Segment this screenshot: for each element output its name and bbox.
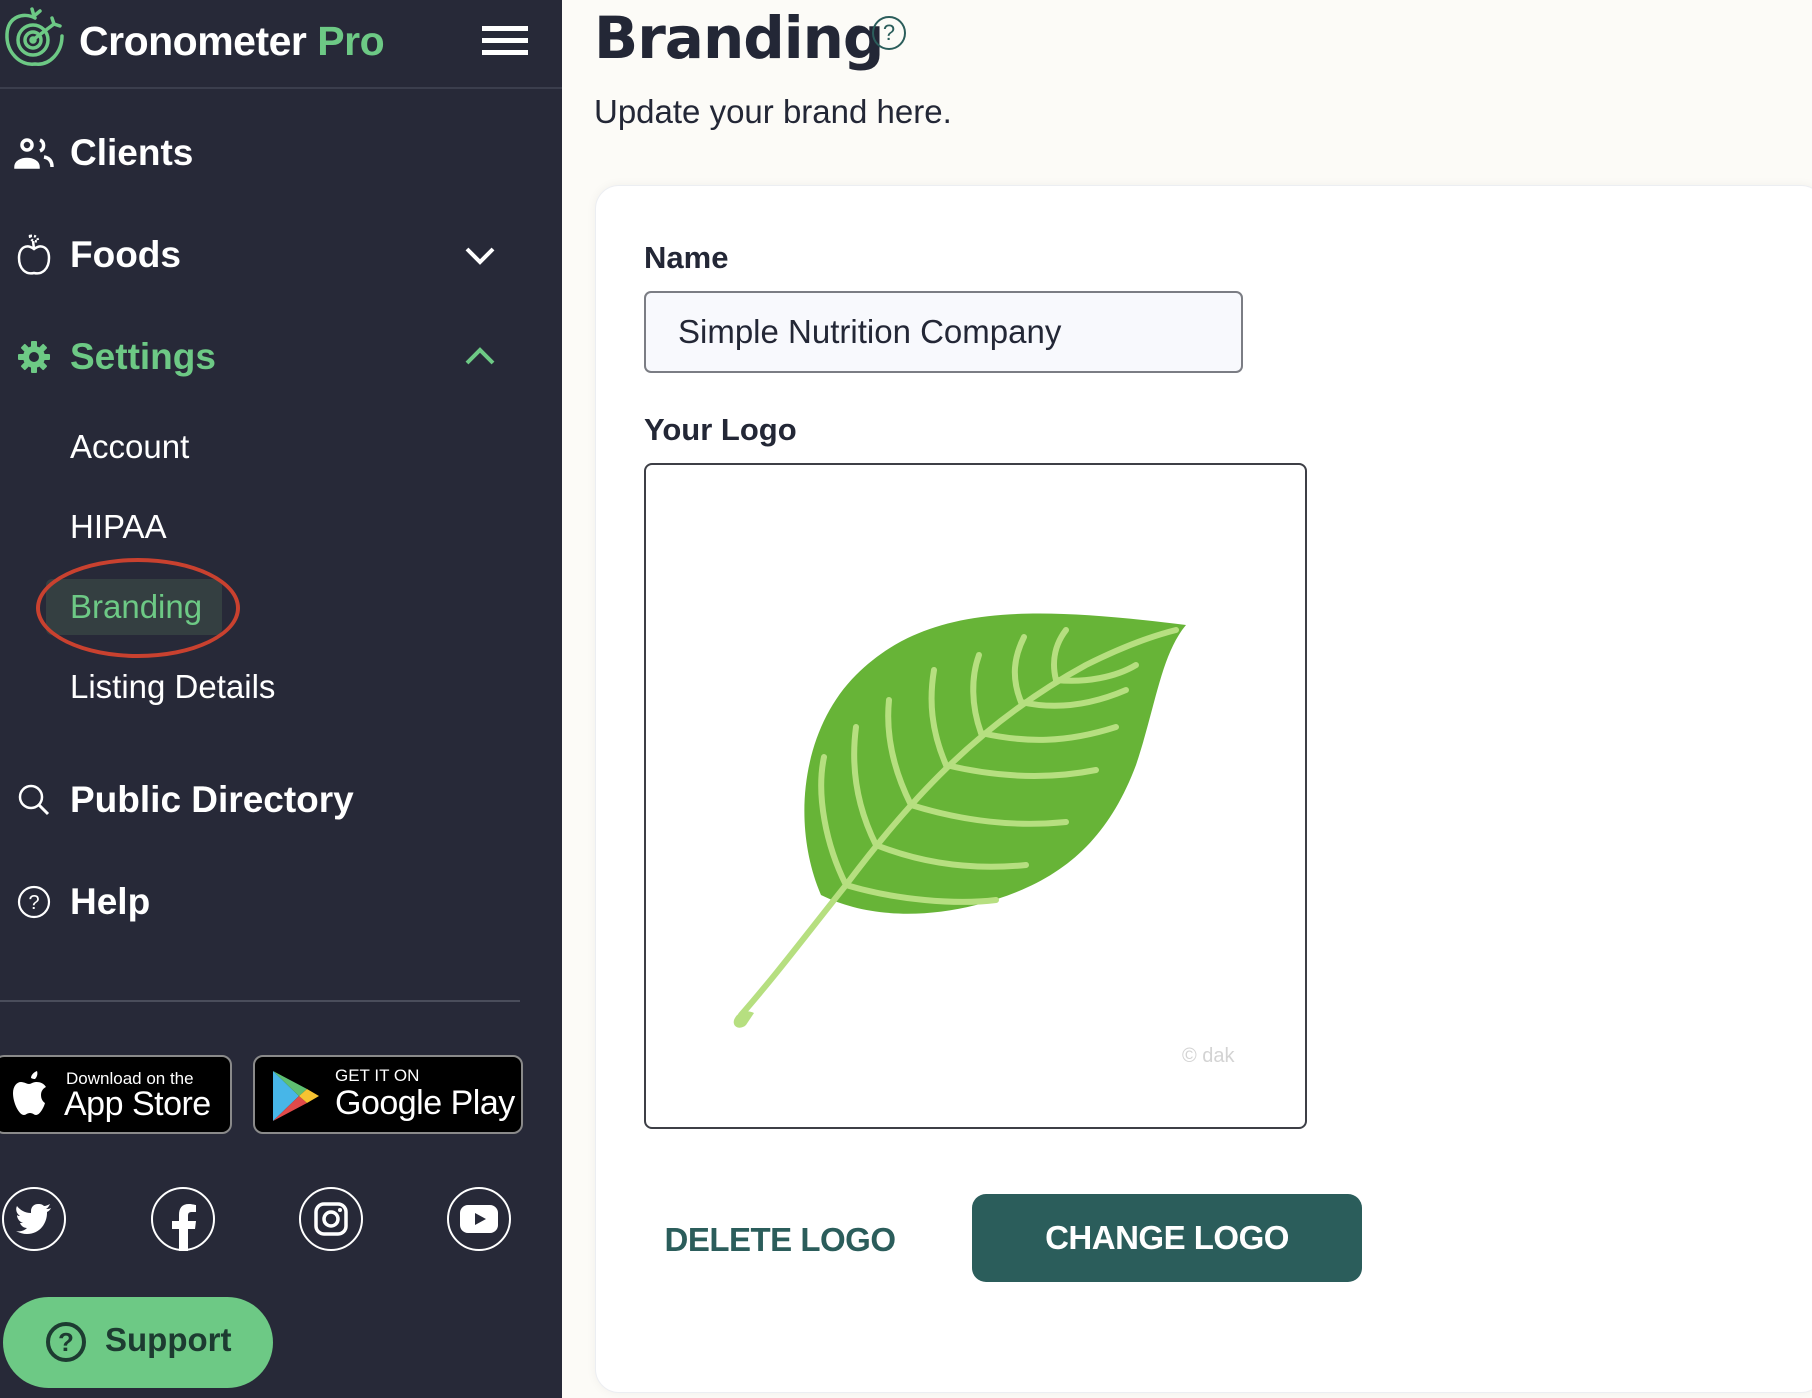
twitter-icon[interactable] <box>2 1187 66 1251</box>
app-store-badge[interactable]: Download on the App Store <box>0 1055 232 1134</box>
name-label: Name <box>644 240 729 275</box>
help-circle-icon: ? <box>46 1322 86 1362</box>
sidebar-subitem-label: Account <box>70 428 190 465</box>
svg-text:?: ? <box>28 892 39 914</box>
search-icon <box>14 780 54 820</box>
brand-name: Cronometer Pro <box>79 18 385 65</box>
sidebar-divider <box>0 1000 520 1002</box>
instagram-icon[interactable] <box>299 1187 363 1251</box>
users-icon <box>14 133 54 173</box>
sidebar-subitem-hipaa[interactable]: HIPAA <box>0 497 562 557</box>
sidebar-item-label: Clients <box>70 132 194 173</box>
help-circle-icon[interactable]: ? <box>872 16 906 50</box>
gear-icon <box>14 337 54 377</box>
sidebar-subitem-listing-details[interactable]: Listing Details <box>0 657 562 717</box>
sidebar-item-public-directory[interactable]: Public Directory <box>0 765 562 835</box>
logo-preview: © dak <box>644 463 1307 1129</box>
sidebar-item-label: Settings <box>70 336 216 377</box>
sidebar-item-label: Foods <box>70 234 181 275</box>
sidebar-item-label: Help <box>70 881 151 922</box>
support-label: Support <box>105 1321 232 1358</box>
sidebar-subitem-branding[interactable]: Branding <box>0 577 562 637</box>
support-button[interactable]: ? Support <box>3 1297 273 1388</box>
google-play-icon <box>273 1071 319 1121</box>
google-play-big-text: Google Play <box>335 1084 515 1122</box>
help-circle-icon: ? <box>14 882 54 922</box>
hamburger-icon[interactable] <box>482 24 528 56</box>
sidebar-item-clients[interactable]: Clients <box>0 118 562 188</box>
sidebar: Cronometer Pro Clients Foods Settings Ac… <box>0 0 562 1398</box>
sidebar-item-settings[interactable]: Settings <box>0 322 562 392</box>
google-play-small-text: GET IT ON <box>335 1066 420 1085</box>
chevron-down-icon[interactable] <box>462 243 498 267</box>
sidebar-item-label: Public Directory <box>70 779 354 820</box>
delete-logo-button[interactable]: DELETE LOGO <box>660 1212 900 1268</box>
page-title: Branding <box>594 4 884 72</box>
page-subtitle: Update your brand here. <box>594 93 952 130</box>
sidebar-subitem-label: HIPAA <box>70 508 167 545</box>
apple-logo-icon <box>13 1071 46 1115</box>
apple-icon <box>14 234 54 275</box>
chevron-up-icon[interactable] <box>462 345 498 369</box>
brand-name-text: Cronometer <box>79 18 307 64</box>
youtube-icon[interactable] <box>447 1187 511 1251</box>
logo-watermark: © dak <box>1182 1045 1235 1067</box>
name-input[interactable] <box>644 291 1243 373</box>
change-logo-button[interactable]: CHANGE LOGO <box>972 1194 1362 1282</box>
sidebar-subitem-label: Branding <box>70 588 203 625</box>
google-play-badge[interactable]: GET IT ON Google Play <box>253 1055 523 1134</box>
cronometer-logo-icon <box>5 7 64 66</box>
logo-label: Your Logo <box>644 412 797 447</box>
sidebar-subitem-label: Listing Details <box>70 668 276 705</box>
leaf-logo-image <box>733 613 1186 1028</box>
sidebar-item-help[interactable]: ? Help <box>0 867 562 937</box>
brand-suffix: Pro <box>317 18 385 64</box>
sidebar-subitem-account[interactable]: Account <box>0 417 562 477</box>
facebook-icon[interactable] <box>151 1187 215 1251</box>
sidebar-item-foods[interactable]: Foods <box>0 220 562 290</box>
app-store-big-text: App Store <box>64 1085 211 1123</box>
sidebar-header: Cronometer Pro <box>0 0 562 89</box>
